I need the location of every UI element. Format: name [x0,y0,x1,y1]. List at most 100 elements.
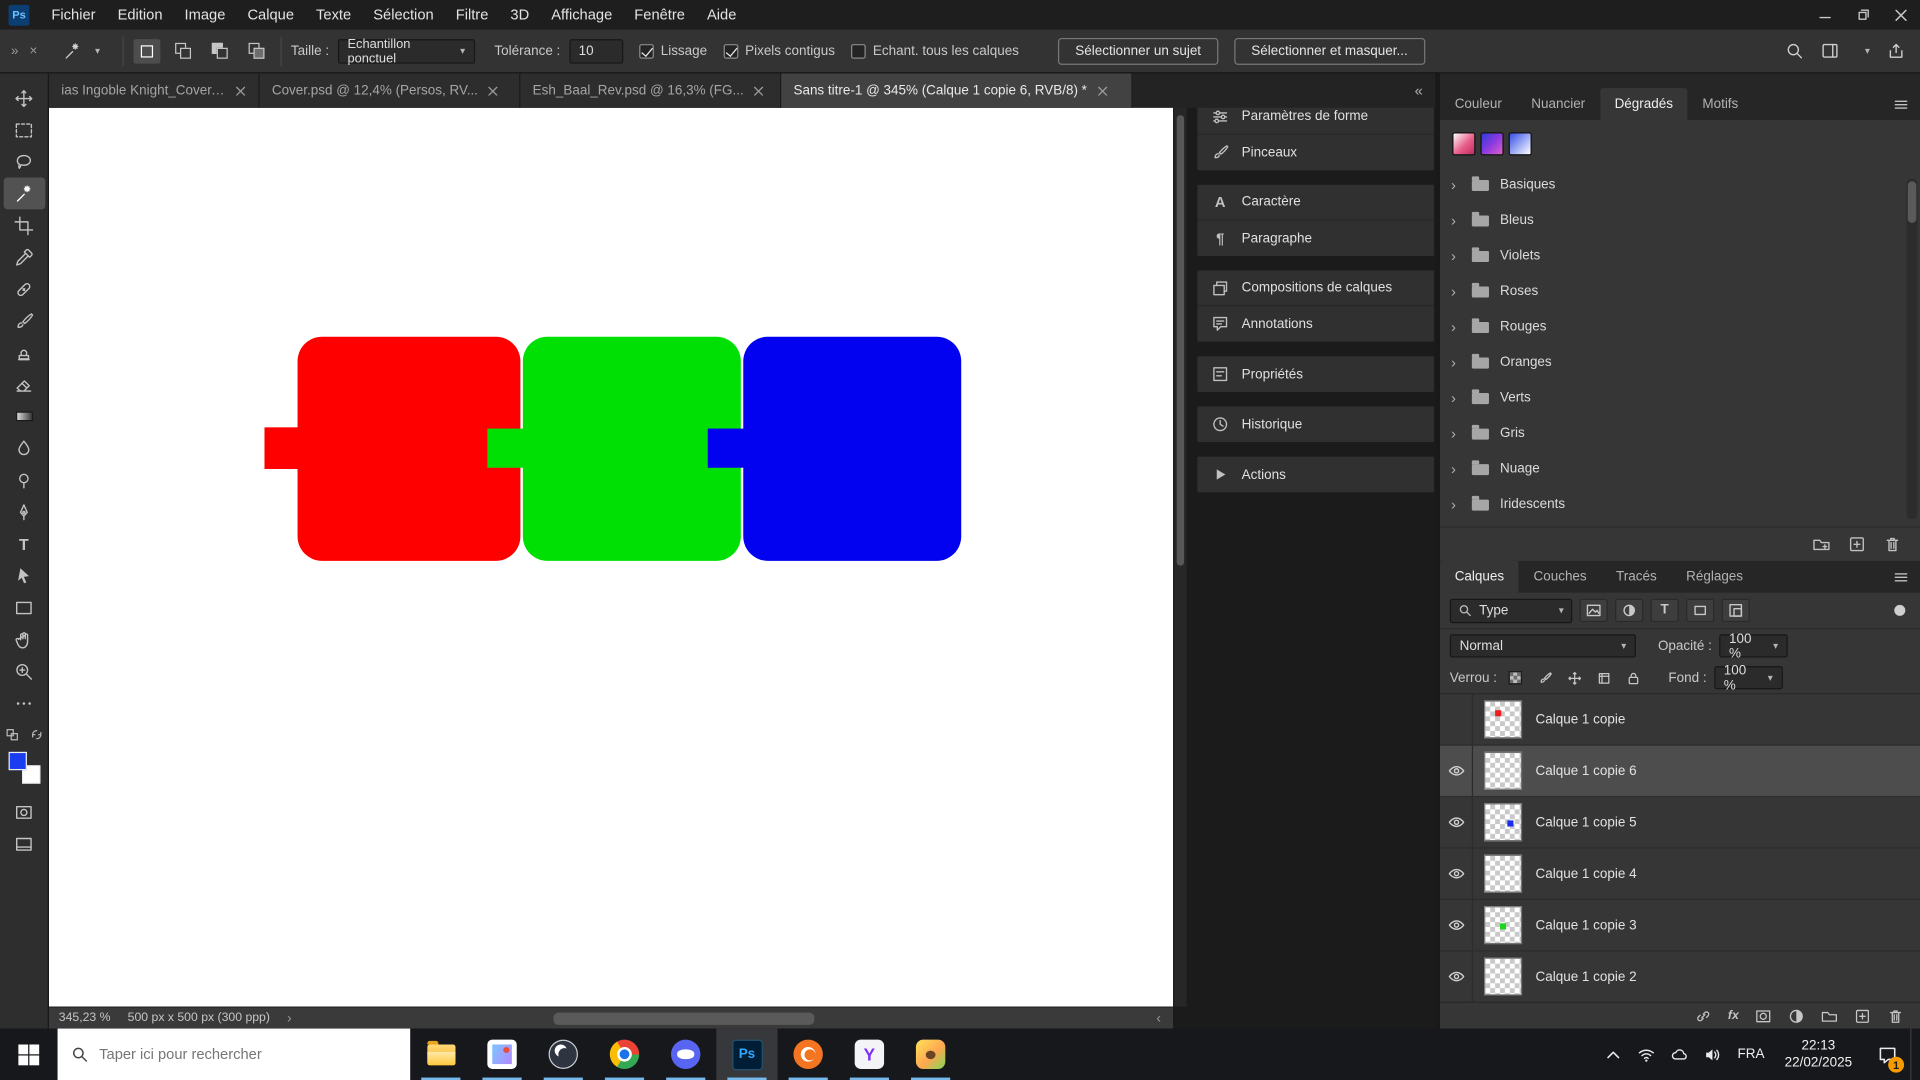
gradient-folder-nuage[interactable]: ›Nuage [1440,451,1920,487]
layer-thumbnail[interactable] [1484,700,1522,738]
menu-fenetre[interactable]: Fenêtre [623,0,696,29]
gradient-folder-violets[interactable]: ›Violets [1440,238,1920,274]
mode-add-to-selection[interactable] [170,39,197,63]
screen-mode-button[interactable] [3,828,45,860]
tab-couches[interactable]: Couches [1519,561,1602,593]
taskbar-blue-circle-app[interactable] [655,1029,716,1080]
gradient-folder-oranges[interactable]: ›Oranges [1440,344,1920,380]
filter-shape-icon[interactable] [1686,599,1714,622]
restore-button[interactable] [1844,0,1882,29]
minimize-button[interactable] [1806,0,1844,29]
zoom-level[interactable]: 345,23 % [59,1011,111,1024]
select-and-mask-button[interactable]: Sélectionner et masquer... [1234,37,1425,64]
close-tab-icon[interactable] [1097,85,1108,96]
search-input[interactable] [99,1046,397,1063]
taskbar-clock[interactable]: 22:13 22/02/2025 [1773,1037,1864,1071]
menu-texte[interactable]: Texte [305,0,362,29]
brush-tool[interactable] [3,305,45,337]
tab-nuancier[interactable]: Nuancier [1517,88,1600,120]
document-tab-4-active[interactable]: Sans titre-1 @ 345% (Calque 1 copie 6, R… [781,73,1132,107]
pen-tool[interactable] [3,496,45,528]
gradient-swatch[interactable] [1509,132,1532,155]
zoom-tool[interactable] [3,655,45,687]
menu-edition[interactable]: Edition [107,0,174,29]
layer-thumbnail[interactable] [1484,752,1522,790]
lasso-tool[interactable] [3,146,45,178]
opacity-dropdown[interactable]: 100 % ▾ [1719,634,1788,657]
filter-toggle-pin[interactable] [1894,605,1905,616]
gradient-folder-bleus[interactable]: ›Bleus [1440,202,1920,238]
crop-tool[interactable] [3,209,45,241]
document-tab-3[interactable]: Esh_Baal_Rev.psd @ 16,3% (FG... [520,73,781,107]
filter-adjustment-icon[interactable] [1615,599,1643,622]
menu-image[interactable]: Image [174,0,237,29]
new-group-icon[interactable] [1812,535,1830,553]
panel-button-pinceaux[interactable]: Pinceaux [1198,135,1434,171]
tab-reglages[interactable]: Réglages [1671,561,1757,593]
panel-button-paragraphe[interactable]: ¶ Paragraphe [1198,220,1434,256]
contiguous-checkbox[interactable]: Pixels contigus [723,43,835,58]
eraser-tool[interactable] [3,369,45,401]
menu-calque[interactable]: Calque [236,0,305,29]
panel-menu-icon[interactable] [1893,561,1920,593]
layer-thumbnail[interactable] [1484,958,1522,996]
shape-tool[interactable] [3,591,45,623]
cloud-icon[interactable] [1663,1029,1696,1080]
tolerance-input[interactable]: 10 [569,39,623,63]
gradient-folder-rouges[interactable]: ›Rouges [1440,309,1920,345]
foreground-color-swatch[interactable] [8,752,26,770]
start-button[interactable] [0,1029,58,1080]
blur-tool[interactable] [3,432,45,464]
tool-preset-picker[interactable]: ▾ [62,41,100,61]
visibility-toggle[interactable] [1440,849,1473,899]
layer-row[interactable]: Calque 1 copie 3 [1440,900,1920,951]
document-tab-2[interactable]: Cover.psd @ 12,4% (Persos, RV... [260,73,521,107]
panel-button-annotations[interactable]: Annotations [1198,306,1434,342]
menu-aide[interactable]: Aide [696,0,747,29]
gradient-swatch[interactable] [1480,132,1503,155]
lock-position-icon[interactable] [1563,667,1585,688]
panel-button-caractere[interactable]: A Caractère [1198,185,1434,221]
taskbar-photoshop-active[interactable]: Ps [716,1029,777,1080]
sample-size-dropdown[interactable]: Echantillon ponctuel ▾ [338,39,475,63]
default-colors-icon[interactable] [6,729,18,741]
close-tab-icon[interactable] [235,85,246,96]
tray-expand-icon[interactable] [1597,1029,1630,1080]
filter-image-icon[interactable] [1580,599,1608,622]
new-gradient-icon[interactable] [1848,535,1866,553]
healing-brush-tool[interactable] [3,273,45,305]
taskbar-palette-app[interactable] [900,1029,961,1080]
collapse-panels-icon[interactable]: « [1402,73,1435,107]
new-layer-icon[interactable] [1854,1007,1871,1024]
network-icon[interactable] [1630,1029,1663,1080]
layer-row[interactable]: Calque 1 copie 5 [1440,797,1920,848]
gradient-folder-verts[interactable]: ›Verts [1440,380,1920,416]
show-desktop-button[interactable] [1910,1029,1916,1080]
gradients-scrollbar[interactable] [1907,179,1918,519]
menu-3d[interactable]: 3D [499,0,540,29]
mode-new-selection[interactable] [133,39,160,63]
visibility-toggle[interactable] [1440,746,1473,796]
mode-intersect-selection[interactable] [243,39,270,63]
language-indicator[interactable]: FRA [1729,1047,1773,1062]
lock-pixels-icon[interactable] [1534,667,1556,688]
taskbar-file-explorer[interactable] [410,1029,471,1080]
gradient-folder-iridescents[interactable]: ›Iridescents [1440,486,1920,522]
anti-alias-checkbox[interactable]: Lissage [639,43,707,58]
filter-type-icon[interactable]: T [1651,599,1679,622]
dodge-tool[interactable] [3,464,45,496]
sample-all-layers-checkbox[interactable]: Echant. tous les calques [851,43,1019,58]
clone-stamp-tool[interactable] [3,337,45,369]
layer-thumbnail[interactable] [1484,855,1522,893]
layer-thumbnail[interactable] [1484,906,1522,944]
close-button[interactable] [1882,0,1920,29]
gradient-folder-gris[interactable]: ›Gris [1440,415,1920,451]
taskbar-photos-app[interactable] [471,1029,532,1080]
close-tab-icon[interactable] [488,85,499,96]
layer-row[interactable]: Calque 1 copie 2 [1440,951,1920,1001]
tab-motifs[interactable]: Motifs [1688,88,1753,120]
layer-row[interactable]: Calque 1 copie 4 [1440,849,1920,900]
link-layers-icon[interactable] [1695,1007,1712,1024]
dock-close-icon[interactable]: × [30,43,38,58]
tab-traces[interactable]: Tracés [1601,561,1671,593]
